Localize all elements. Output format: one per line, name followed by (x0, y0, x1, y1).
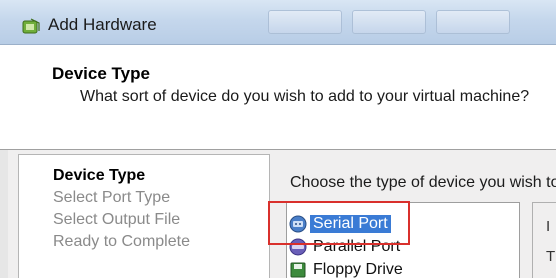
list-item-label: Floppy Drive (313, 261, 403, 278)
list-item-floppy-drive[interactable]: Floppy Drive (289, 259, 406, 278)
device-type-prompt: Choose the type of device you wish to (290, 174, 556, 191)
step-select-output-file: Select Output File (53, 211, 181, 228)
information-group-box (532, 202, 556, 278)
step-select-port-type: Select Port Type (53, 189, 171, 206)
step-device-type: Device Type (53, 167, 146, 184)
floppy-drive-icon (290, 262, 306, 278)
left-window-edge (0, 150, 8, 278)
background-button (436, 10, 510, 34)
information-text: T (546, 248, 556, 265)
wizard-header: Device Type What sort of device do you w… (0, 45, 556, 150)
wizard-steps-panel: Device Type Select Port Type Select Outp… (18, 154, 270, 278)
background-button (268, 10, 342, 34)
page-subtitle: What sort of device do you wish to add t… (80, 88, 530, 105)
information-group-title: I (546, 218, 551, 235)
window-title: Add Hardware (48, 15, 157, 34)
add-hardware-window: Add Hardware Device Type What sort of de… (0, 0, 556, 278)
add-hardware-icon (22, 18, 40, 34)
page-title: Device Type (52, 64, 150, 83)
step-ready-to-complete: Ready to Complete (53, 233, 190, 250)
background-button (352, 10, 426, 34)
title-bar: Add Hardware (0, 0, 556, 45)
annotation-highlight-box (268, 201, 410, 245)
